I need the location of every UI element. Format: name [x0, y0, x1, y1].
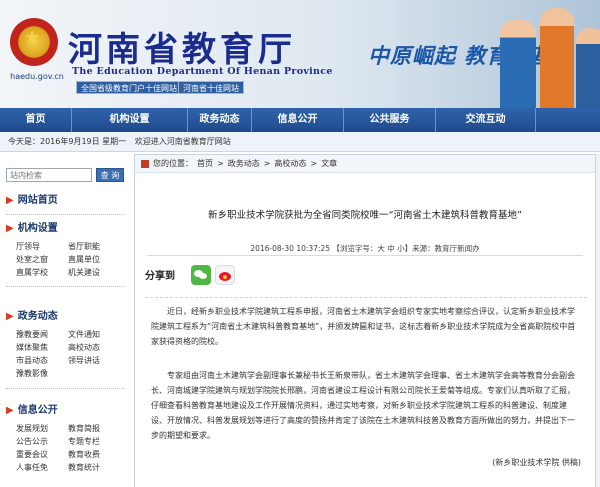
sidebar-section-government-news: ▶ 政务动态 — [6, 311, 58, 322]
sidebar-link[interactable]: 发展规划 — [16, 422, 68, 435]
share-label: 分享到 — [145, 271, 175, 282]
portal-award-link-2[interactable]: 河南省十佳网站 — [178, 81, 244, 94]
search-input[interactable] — [6, 168, 92, 182]
sidebar-link[interactable]: 豫教影像 — [16, 367, 68, 380]
nav-organization[interactable]: 机构设置 — [72, 108, 188, 132]
nav-public-service[interactable]: 公共服务 — [344, 108, 436, 132]
bullet-icon: ▶ — [6, 405, 14, 416]
organization-links: 厅领导 省厅职能 处室之窗 直属单位 直属学校 机关建设 — [16, 240, 126, 279]
divider — [6, 286, 124, 287]
article-meta: 2016-08-30 10:37:25 【浏览字号：大 中 小】来源：教育厅新闻… — [250, 244, 480, 253]
bullet-icon: ▶ — [6, 311, 14, 322]
sidebar-section-organization: ▶ 机构设置 — [6, 223, 58, 234]
banner-worker-figure — [540, 8, 574, 108]
wechat-share-icon[interactable] — [191, 265, 211, 285]
sidebar-link[interactable]: 厅领导 — [16, 240, 68, 253]
article-panel: 您的位置： 首页 > 政务动态 > 高校动态 > 文章 新乡职业技术学院获批为全省同类院校唯一… — [134, 154, 596, 487]
scrollbar[interactable] — [596, 154, 600, 487]
sidebar-link[interactable]: 教育收费 — [68, 448, 120, 461]
current-date: 今天是：2016年9月19日 星期一 — [8, 137, 127, 146]
site-url: haedu.gov.cn — [10, 72, 64, 81]
sidebar-link[interactable]: 豫教要闻 — [16, 328, 68, 341]
sidebar-link[interactable]: 重要会议 — [16, 448, 68, 461]
sidebar-link[interactable]: 省厅职能 — [68, 240, 120, 253]
sidebar-link[interactable]: 机关建设 — [68, 266, 120, 279]
article-paragraph: 专家组由河南土木建筑学会副理事长兼秘书长王新泉带队，省土木建筑学会理事、省土木建… — [151, 371, 575, 440]
public-info-links: 发展规划 教育简报 公告公示 专题专栏 重要会议 教育收费 人事任免 教育统计 — [16, 422, 126, 474]
sidebar-link[interactable]: 市县动态 — [16, 354, 68, 367]
nav-public-info[interactable]: 信息公开 — [252, 108, 344, 132]
weibo-share-icon[interactable] — [215, 265, 235, 285]
site-title[interactable]: 河南省教育厅 — [68, 22, 296, 71]
sidebar-link[interactable]: 媒体聚焦 — [16, 341, 68, 354]
sidebar-link[interactable]: 文件通知 — [68, 328, 120, 341]
site-header: ★ haedu.gov.cn 河南省教育厅 The Education Depa… — [0, 0, 600, 108]
divider — [6, 214, 124, 215]
article-source-signature: (新乡职业技术学院 供稿) — [492, 458, 581, 467]
nav-home[interactable]: 首页 — [0, 108, 72, 132]
sidebar-link[interactable]: 处室之窗 — [16, 253, 68, 266]
breadcrumb-item[interactable]: 高校动态 — [274, 159, 306, 168]
breadcrumb-item[interactable]: 政务动态 — [228, 159, 260, 168]
sidebar-link[interactable]: 公告公示 — [16, 435, 68, 448]
home-icon — [141, 159, 149, 168]
sidebar-link[interactable]: 直属学校 — [16, 266, 68, 279]
sidebar-section-home[interactable]: ▶ 网站首页 — [6, 192, 58, 210]
banner-worker-figure — [500, 20, 536, 108]
breadcrumb-label: 您的位置： — [153, 159, 193, 168]
bullet-icon: ▶ — [6, 223, 14, 234]
government-news-links: 豫教要闻 文件通知 媒体聚焦 高校动态 市县动态 领导讲话 豫教影像 — [16, 328, 126, 380]
welcome-text: 欢迎进入河南省教育厅网站 — [134, 137, 231, 146]
search-button[interactable]: 查 询 — [96, 168, 124, 182]
sidebar-link[interactable]: 教育简报 — [68, 422, 120, 435]
divider — [147, 255, 583, 256]
article-body: 近日，经新乡职业技术学院建筑工程系申报，河南省土木建筑学会组织专家实地考察综合评… — [145, 297, 587, 457]
sidebar-section-public-info: ▶ 信息公开 — [6, 405, 58, 416]
divider — [6, 388, 124, 389]
banner-worker-figure — [576, 28, 600, 108]
main-nav: 首页 机构设置 政务动态 信息公开 公共服务 交流互动 — [0, 108, 600, 132]
breadcrumb-item[interactable]: 首页 — [197, 159, 213, 168]
sidebar-link[interactable]: 教育统计 — [68, 461, 120, 474]
sidebar-link[interactable]: 领导讲话 — [68, 354, 120, 367]
article-paragraph: 近日，经新乡职业技术学院建筑工程系申报，河南省土木建筑学会组织专家实地考察综合评… — [151, 307, 576, 346]
sidebar-link[interactable]: 专题专栏 — [68, 435, 120, 448]
article-title: 新乡职业技术学院获批为全省同类院校唯一“河南省土木建筑科普教育基地” — [208, 210, 522, 221]
breadcrumb: 您的位置： 首页 > 政务动态 > 高校动态 > 文章 — [135, 155, 595, 173]
national-emblem-icon: ★ — [10, 18, 58, 66]
breadcrumb-item: 文章 — [321, 159, 338, 168]
status-bar: 今天是：2016年9月19日 星期一 欢迎进入河南省教育厅网站 — [0, 132, 600, 152]
portal-award-link-1[interactable]: 全国省级教育门户十佳网站 — [76, 81, 182, 94]
sidebar-link[interactable]: 人事任免 — [16, 461, 68, 474]
nav-interaction[interactable]: 交流互动 — [436, 108, 536, 132]
sidebar-link[interactable]: 高校动态 — [68, 341, 120, 354]
site-subtitle: The Education Department Of Henan Provin… — [72, 66, 333, 77]
bullet-icon: ▶ — [6, 195, 14, 206]
nav-government-news[interactable]: 政务动态 — [188, 108, 252, 132]
sidebar-link[interactable]: 直属单位 — [68, 253, 120, 266]
